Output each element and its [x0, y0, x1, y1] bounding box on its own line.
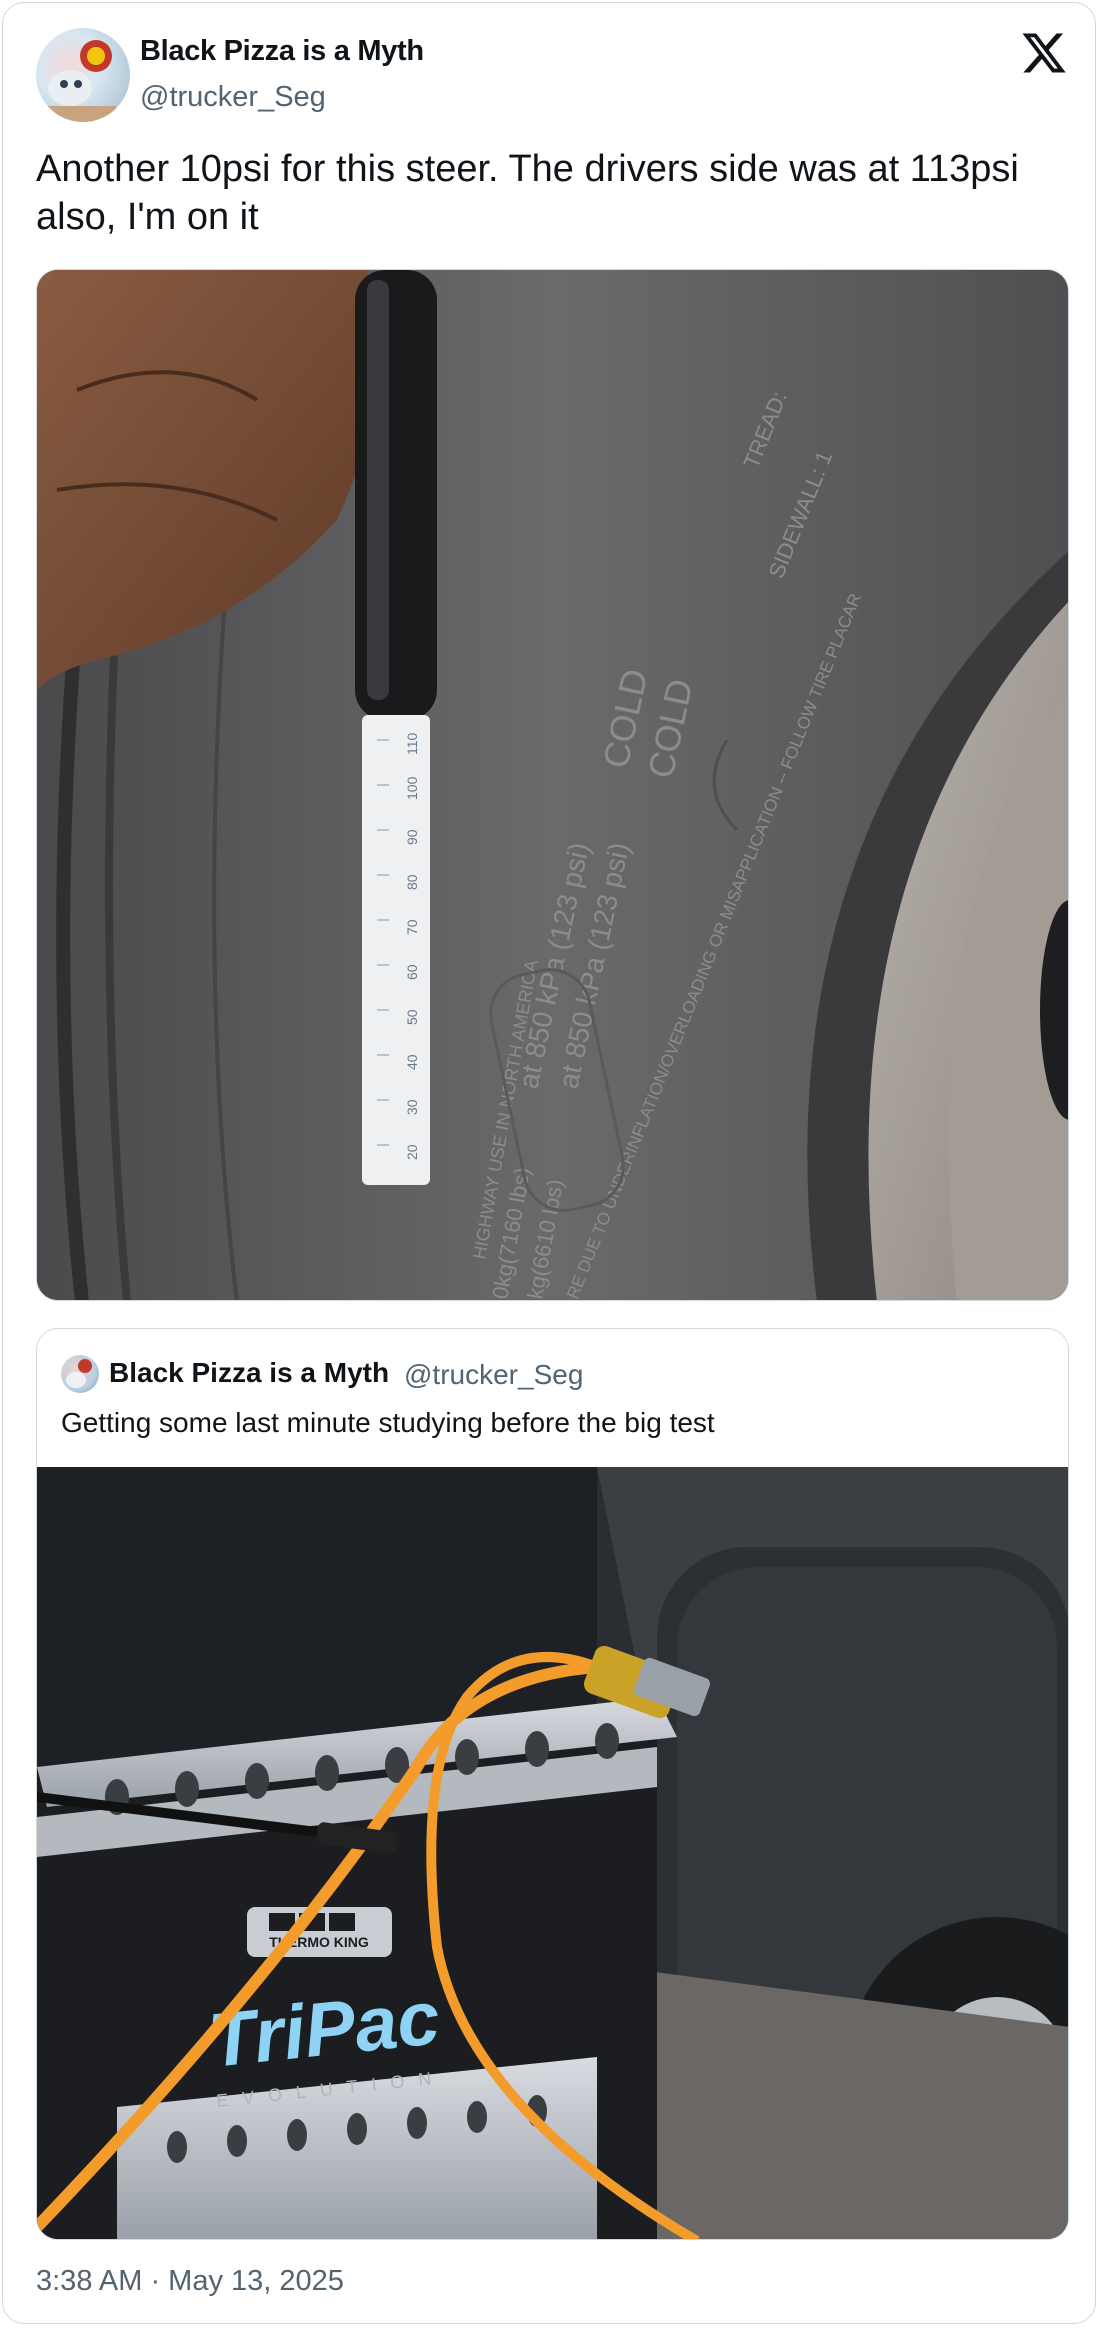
- gauge-tick: 100: [404, 776, 420, 800]
- tripac-photo[interactable]: THERMO KING TriPac EVOLUTION: [37, 1467, 1068, 2239]
- x-logo-icon[interactable]: [1020, 29, 1068, 77]
- quoted-author-handle: @trucker_Seg: [404, 1359, 584, 1390]
- tweet-card: Black Pizza is a Myth @trucker_Seg Anoth…: [2, 2, 1096, 2324]
- gauge-tick: 60: [404, 964, 420, 980]
- gauge-tick: 40: [404, 1054, 420, 1070]
- gauge-tick: 30: [404, 1099, 420, 1115]
- gauge-tick: 80: [404, 874, 420, 890]
- gauge-tick: 110: [404, 732, 420, 755]
- avatar-image: [46, 40, 116, 122]
- quoted-tweet[interactable]: Black Pizza is a Myth @trucker_Seg Getti…: [36, 1328, 1069, 2240]
- gauge-tick: 70: [404, 919, 420, 935]
- gauge-tick: 20: [404, 1144, 420, 1160]
- author-name[interactable]: Black Pizza is a Myth: [140, 35, 424, 68]
- quoted-author-name: Black Pizza is a Myth: [109, 1357, 390, 1388]
- tire-gauge-image: 20 30 40 50 60 70 80 90 100 110 COLD COL…: [37, 270, 1068, 1300]
- tweet-text: Another 10psi for this steer. The driver…: [36, 148, 1019, 238]
- gauge-tick: 90: [404, 829, 420, 845]
- tire-gauge-photo[interactable]: 20 30 40 50 60 70 80 90 100 110 COLD COL…: [36, 269, 1069, 1301]
- quoted-author-avatar: [61, 1355, 99, 1393]
- tweet-timestamp[interactable]: 3:38 AM · May 13, 2025: [36, 2265, 344, 2298]
- author-avatar[interactable]: [36, 28, 130, 122]
- gauge-tick: 50: [404, 1009, 420, 1025]
- quoted-tweet-text: Getting some last minute studying before…: [61, 1407, 715, 1438]
- author-handle[interactable]: @trucker_Seg: [140, 81, 326, 114]
- tripac-image: THERMO KING TriPac EVOLUTION: [37, 1467, 1068, 2239]
